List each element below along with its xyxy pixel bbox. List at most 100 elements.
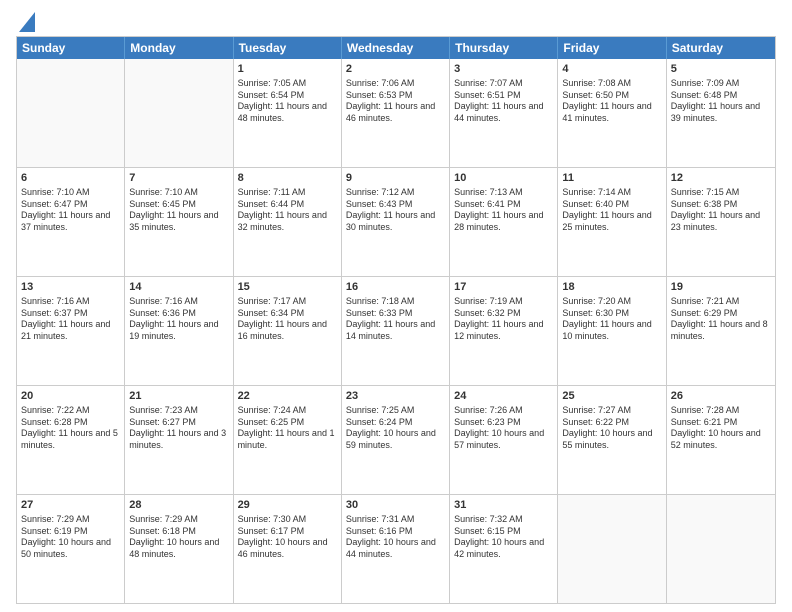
cell-info: Sunrise: 7:24 AMSunset: 6:25 PMDaylight:… (238, 405, 337, 452)
cell-info: Sunrise: 7:30 AMSunset: 6:17 PMDaylight:… (238, 514, 337, 561)
day-number: 3 (454, 62, 553, 77)
day-number: 6 (21, 171, 120, 186)
day-number: 4 (562, 62, 661, 77)
calendar-body: 1Sunrise: 7:05 AMSunset: 6:54 PMDaylight… (17, 59, 775, 603)
cell-info: Sunrise: 7:23 AMSunset: 6:27 PMDaylight:… (129, 405, 228, 452)
day-number: 17 (454, 280, 553, 295)
cell-info: Sunrise: 7:12 AMSunset: 6:43 PMDaylight:… (346, 187, 445, 234)
logo (16, 12, 35, 32)
day-of-week-header: Friday (558, 37, 666, 59)
day-number: 19 (671, 280, 771, 295)
calendar-cell (17, 59, 125, 167)
cell-info: Sunrise: 7:32 AMSunset: 6:15 PMDaylight:… (454, 514, 553, 561)
calendar-cell: 23Sunrise: 7:25 AMSunset: 6:24 PMDayligh… (342, 386, 450, 494)
calendar-week-row: 6Sunrise: 7:10 AMSunset: 6:47 PMDaylight… (17, 167, 775, 276)
calendar-cell: 10Sunrise: 7:13 AMSunset: 6:41 PMDayligh… (450, 168, 558, 276)
calendar-cell (667, 495, 775, 603)
calendar-cell: 11Sunrise: 7:14 AMSunset: 6:40 PMDayligh… (558, 168, 666, 276)
cell-info: Sunrise: 7:25 AMSunset: 6:24 PMDaylight:… (346, 405, 445, 452)
calendar-cell: 24Sunrise: 7:26 AMSunset: 6:23 PMDayligh… (450, 386, 558, 494)
header (16, 12, 776, 32)
cell-info: Sunrise: 7:11 AMSunset: 6:44 PMDaylight:… (238, 187, 337, 234)
day-number: 9 (346, 171, 445, 186)
cell-info: Sunrise: 7:29 AMSunset: 6:19 PMDaylight:… (21, 514, 120, 561)
cell-info: Sunrise: 7:16 AMSunset: 6:37 PMDaylight:… (21, 296, 120, 343)
calendar-week-row: 27Sunrise: 7:29 AMSunset: 6:19 PMDayligh… (17, 494, 775, 603)
calendar-cell: 18Sunrise: 7:20 AMSunset: 6:30 PMDayligh… (558, 277, 666, 385)
day-number: 24 (454, 389, 553, 404)
day-number: 21 (129, 389, 228, 404)
calendar-cell: 26Sunrise: 7:28 AMSunset: 6:21 PMDayligh… (667, 386, 775, 494)
calendar-cell: 17Sunrise: 7:19 AMSunset: 6:32 PMDayligh… (450, 277, 558, 385)
calendar: SundayMondayTuesdayWednesdayThursdayFrid… (16, 36, 776, 604)
calendar-header: SundayMondayTuesdayWednesdayThursdayFrid… (17, 37, 775, 59)
day-of-week-header: Tuesday (234, 37, 342, 59)
calendar-cell: 12Sunrise: 7:15 AMSunset: 6:38 PMDayligh… (667, 168, 775, 276)
day-number: 18 (562, 280, 661, 295)
cell-info: Sunrise: 7:05 AMSunset: 6:54 PMDaylight:… (238, 78, 337, 125)
calendar-cell (558, 495, 666, 603)
day-number: 13 (21, 280, 120, 295)
day-number: 14 (129, 280, 228, 295)
day-number: 31 (454, 498, 553, 513)
cell-info: Sunrise: 7:27 AMSunset: 6:22 PMDaylight:… (562, 405, 661, 452)
day-of-week-header: Thursday (450, 37, 558, 59)
day-number: 7 (129, 171, 228, 186)
calendar-cell: 27Sunrise: 7:29 AMSunset: 6:19 PMDayligh… (17, 495, 125, 603)
calendar-cell: 4Sunrise: 7:08 AMSunset: 6:50 PMDaylight… (558, 59, 666, 167)
calendar-cell: 3Sunrise: 7:07 AMSunset: 6:51 PMDaylight… (450, 59, 558, 167)
day-number: 22 (238, 389, 337, 404)
cell-info: Sunrise: 7:20 AMSunset: 6:30 PMDaylight:… (562, 296, 661, 343)
day-number: 10 (454, 171, 553, 186)
day-number: 29 (238, 498, 337, 513)
day-number: 30 (346, 498, 445, 513)
cell-info: Sunrise: 7:28 AMSunset: 6:21 PMDaylight:… (671, 405, 771, 452)
day-of-week-header: Wednesday (342, 37, 450, 59)
cell-info: Sunrise: 7:22 AMSunset: 6:28 PMDaylight:… (21, 405, 120, 452)
calendar-cell: 25Sunrise: 7:27 AMSunset: 6:22 PMDayligh… (558, 386, 666, 494)
day-of-week-header: Saturday (667, 37, 775, 59)
day-number: 15 (238, 280, 337, 295)
cell-info: Sunrise: 7:13 AMSunset: 6:41 PMDaylight:… (454, 187, 553, 234)
page: SundayMondayTuesdayWednesdayThursdayFrid… (0, 0, 792, 612)
calendar-cell: 7Sunrise: 7:10 AMSunset: 6:45 PMDaylight… (125, 168, 233, 276)
cell-info: Sunrise: 7:10 AMSunset: 6:45 PMDaylight:… (129, 187, 228, 234)
cell-info: Sunrise: 7:31 AMSunset: 6:16 PMDaylight:… (346, 514, 445, 561)
cell-info: Sunrise: 7:06 AMSunset: 6:53 PMDaylight:… (346, 78, 445, 125)
cell-info: Sunrise: 7:16 AMSunset: 6:36 PMDaylight:… (129, 296, 228, 343)
calendar-cell: 19Sunrise: 7:21 AMSunset: 6:29 PMDayligh… (667, 277, 775, 385)
day-of-week-header: Sunday (17, 37, 125, 59)
day-number: 26 (671, 389, 771, 404)
cell-info: Sunrise: 7:09 AMSunset: 6:48 PMDaylight:… (671, 78, 771, 125)
calendar-cell: 5Sunrise: 7:09 AMSunset: 6:48 PMDaylight… (667, 59, 775, 167)
day-number: 1 (238, 62, 337, 77)
calendar-cell: 31Sunrise: 7:32 AMSunset: 6:15 PMDayligh… (450, 495, 558, 603)
calendar-cell: 14Sunrise: 7:16 AMSunset: 6:36 PMDayligh… (125, 277, 233, 385)
calendar-cell: 15Sunrise: 7:17 AMSunset: 6:34 PMDayligh… (234, 277, 342, 385)
calendar-cell: 30Sunrise: 7:31 AMSunset: 6:16 PMDayligh… (342, 495, 450, 603)
calendar-cell: 28Sunrise: 7:29 AMSunset: 6:18 PMDayligh… (125, 495, 233, 603)
cell-info: Sunrise: 7:08 AMSunset: 6:50 PMDaylight:… (562, 78, 661, 125)
day-number: 27 (21, 498, 120, 513)
calendar-cell: 20Sunrise: 7:22 AMSunset: 6:28 PMDayligh… (17, 386, 125, 494)
calendar-cell (125, 59, 233, 167)
day-number: 12 (671, 171, 771, 186)
day-number: 5 (671, 62, 771, 77)
cell-info: Sunrise: 7:17 AMSunset: 6:34 PMDaylight:… (238, 296, 337, 343)
calendar-cell: 21Sunrise: 7:23 AMSunset: 6:27 PMDayligh… (125, 386, 233, 494)
cell-info: Sunrise: 7:14 AMSunset: 6:40 PMDaylight:… (562, 187, 661, 234)
cell-info: Sunrise: 7:26 AMSunset: 6:23 PMDaylight:… (454, 405, 553, 452)
calendar-cell: 13Sunrise: 7:16 AMSunset: 6:37 PMDayligh… (17, 277, 125, 385)
day-number: 28 (129, 498, 228, 513)
calendar-cell: 22Sunrise: 7:24 AMSunset: 6:25 PMDayligh… (234, 386, 342, 494)
calendar-cell: 6Sunrise: 7:10 AMSunset: 6:47 PMDaylight… (17, 168, 125, 276)
day-of-week-header: Monday (125, 37, 233, 59)
calendar-week-row: 1Sunrise: 7:05 AMSunset: 6:54 PMDaylight… (17, 59, 775, 167)
calendar-cell: 8Sunrise: 7:11 AMSunset: 6:44 PMDaylight… (234, 168, 342, 276)
day-number: 11 (562, 171, 661, 186)
calendar-cell: 29Sunrise: 7:30 AMSunset: 6:17 PMDayligh… (234, 495, 342, 603)
cell-info: Sunrise: 7:07 AMSunset: 6:51 PMDaylight:… (454, 78, 553, 125)
cell-info: Sunrise: 7:29 AMSunset: 6:18 PMDaylight:… (129, 514, 228, 561)
day-number: 8 (238, 171, 337, 186)
cell-info: Sunrise: 7:15 AMSunset: 6:38 PMDaylight:… (671, 187, 771, 234)
